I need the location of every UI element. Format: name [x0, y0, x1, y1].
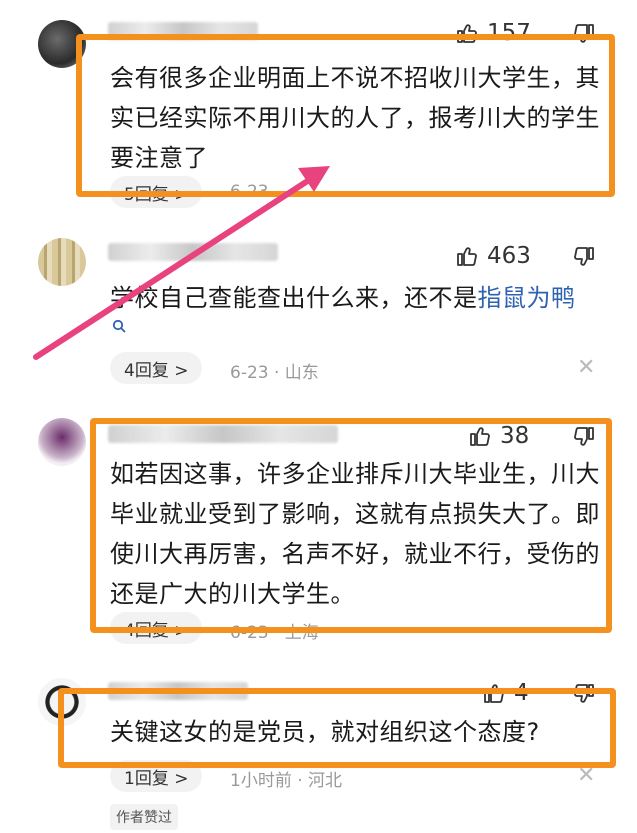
arrow-annotation [33, 166, 330, 360]
